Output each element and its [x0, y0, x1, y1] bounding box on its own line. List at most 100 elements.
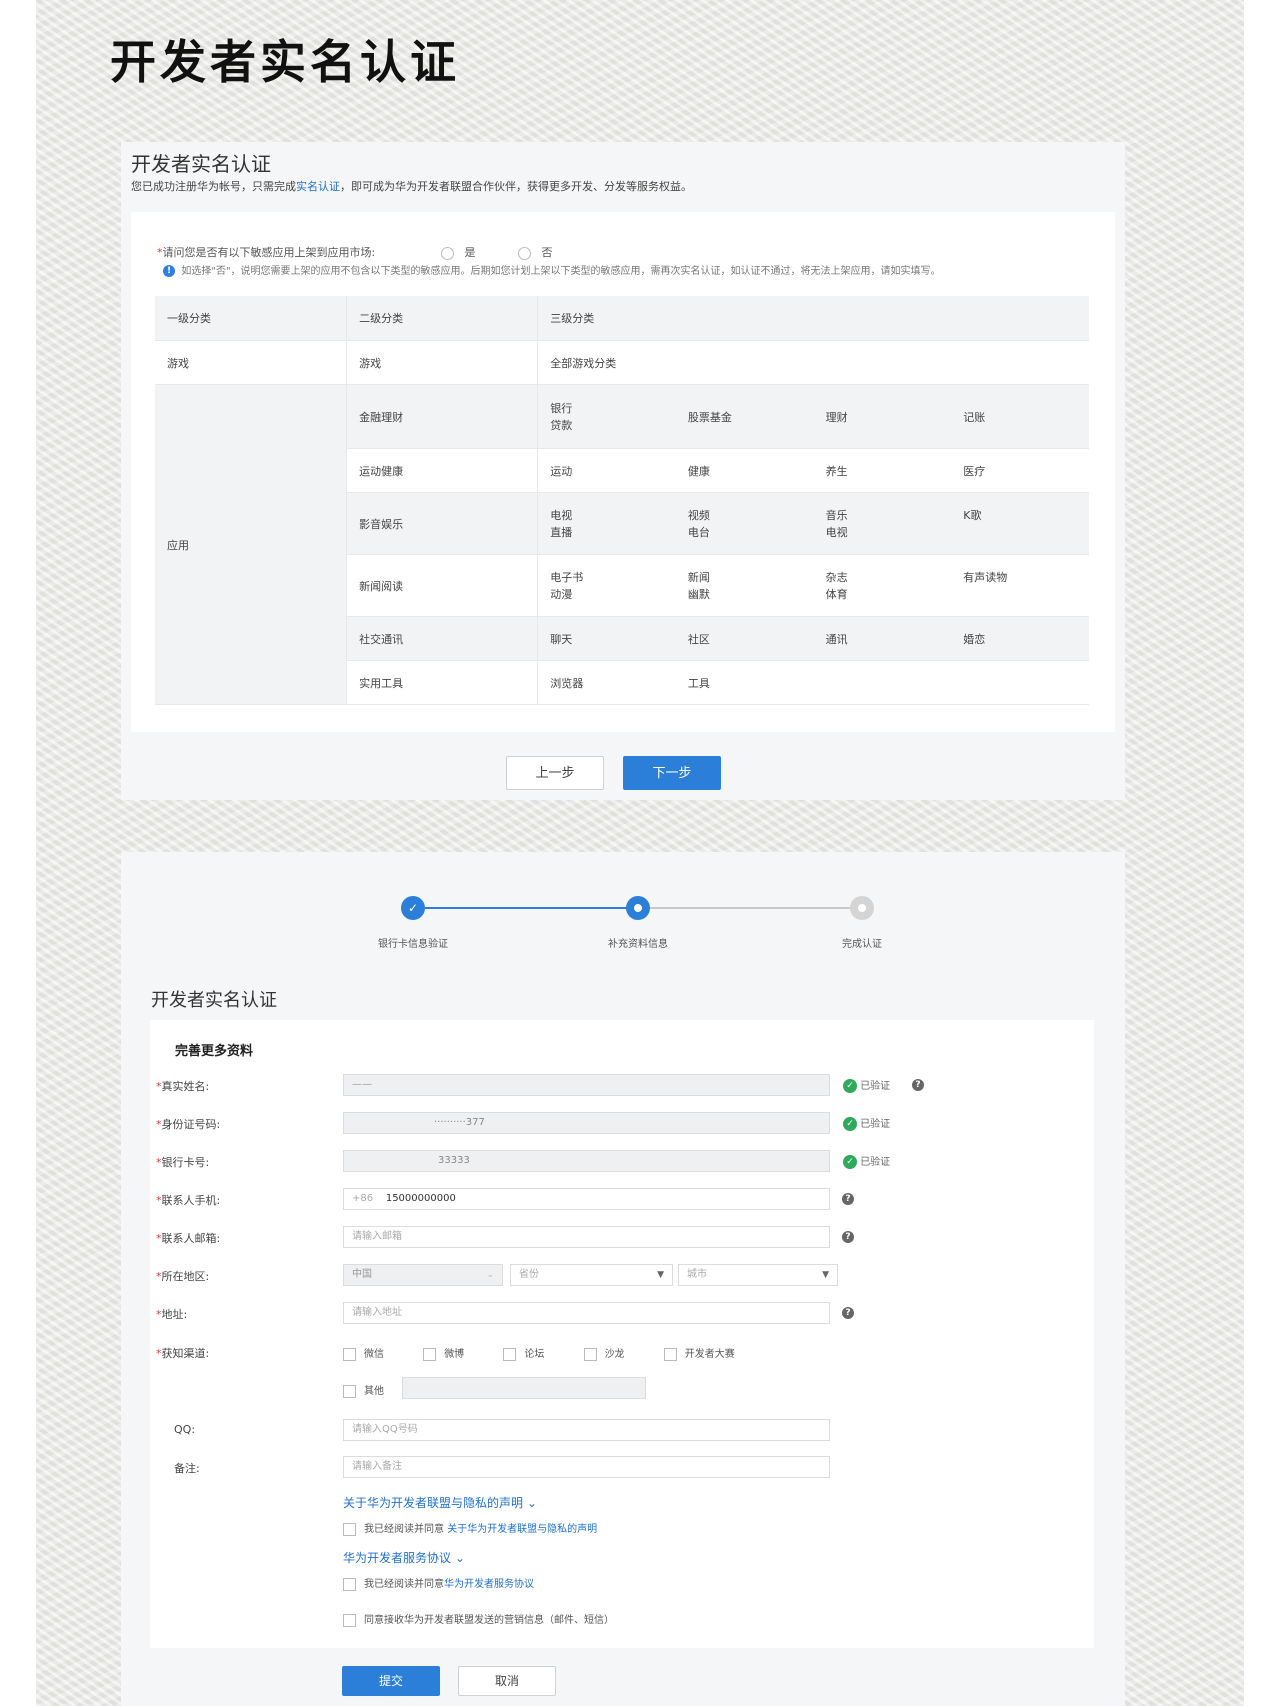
checkbox[interactable]	[343, 1347, 356, 1361]
verified-icon: ✓	[843, 1079, 857, 1093]
label-text: 银行卡号:	[161, 1156, 210, 1169]
prev-step-button[interactable]: 上一步	[506, 756, 604, 790]
step-done-icon: ✓	[401, 896, 425, 920]
id-value: ··········377	[434, 1117, 485, 1128]
bank-label: *银行卡号:	[156, 1154, 209, 1170]
checkbox[interactable]	[503, 1347, 517, 1361]
channel-salon[interactable]: 沙龙	[583, 1345, 625, 1361]
checkbox[interactable]	[423, 1347, 437, 1361]
service-agreement-link[interactable]: 华为开发者服务协议 ⌄	[343, 1549, 465, 1566]
table-row: 应用 金融理财 银行 贷款 股票基金 理财 记账	[155, 384, 1089, 705]
realname-link[interactable]: 实名认证	[296, 180, 340, 193]
address-field[interactable]: 请输入地址	[343, 1302, 830, 1324]
help-icon[interactable]: ?	[842, 1193, 854, 1205]
name-field[interactable]: ——	[343, 1074, 830, 1096]
option-no[interactable]: 否	[518, 244, 553, 260]
panel2-title: 开发者实名认证	[151, 990, 277, 1011]
app-l3-cell: 理财	[813, 384, 952, 449]
game-l2: 游戏	[346, 340, 538, 385]
service-link-text: 华为开发者服务协议	[343, 1551, 452, 1565]
app-l2: 金融理财	[346, 384, 538, 449]
city-select[interactable]: 城市 ▼	[678, 1264, 838, 1286]
marketing-agree[interactable]: 同意接收华为开发者联盟发送的营销信息（邮件、短信）	[343, 1611, 614, 1627]
bank-field[interactable]: 33333	[343, 1150, 830, 1172]
app-l3-cell: 健康	[675, 448, 814, 493]
cancel-button[interactable]: 取消	[458, 1666, 556, 1696]
help-icon[interactable]: ?	[842, 1307, 854, 1319]
qq-field[interactable]: 请输入QQ号码	[343, 1419, 830, 1441]
verified-icon: ✓	[843, 1117, 857, 1131]
channel-label-text: 沙龙	[604, 1349, 625, 1360]
channel-label-text: 微博	[444, 1349, 465, 1360]
help-icon[interactable]: ?	[842, 1231, 854, 1243]
help-icon[interactable]: ?	[912, 1079, 924, 1091]
name-status: ✓ 已验证	[843, 1077, 890, 1093]
verified-text: 已验证	[860, 1157, 891, 1168]
step-label-bank: 银行卡信息验证	[378, 939, 448, 950]
option-yes-label: 是	[464, 246, 476, 259]
name-label: *真实姓名:	[156, 1078, 209, 1094]
province-select[interactable]: 省份 ▼	[510, 1264, 673, 1286]
remark-field[interactable]: 请输入备注	[343, 1456, 830, 1478]
checkbox[interactable]	[343, 1384, 356, 1398]
agree-text: 我已经阅读并同意	[364, 1524, 444, 1535]
sensitive-question: *请问您是否有以下敏感应用上架到应用市场:	[157, 244, 375, 260]
privacy-agree[interactable]: 我已经阅读并同意 关于华为开发者联盟与隐私的声明	[343, 1520, 597, 1536]
checkbox[interactable]	[583, 1347, 597, 1361]
caret-down-icon: ▼	[822, 1270, 829, 1280]
next-step-button[interactable]: 下一步	[623, 756, 721, 790]
label-text: 所在地区:	[161, 1270, 210, 1283]
channel-forum[interactable]: 论坛	[503, 1345, 544, 1361]
email-field[interactable]: 请输入邮箱	[343, 1226, 830, 1248]
checkbox[interactable]	[343, 1613, 356, 1627]
checkbox[interactable]	[343, 1522, 356, 1536]
panel1-intro: 您已成功注册华为帐号，只需完成实名认证，即可成为华为开发者联盟合作伙伴，获得更多…	[131, 178, 692, 194]
app-l3-cell: 电子书 动漫	[537, 554, 676, 617]
app-l2: 运动健康	[346, 448, 538, 493]
country-value: 中国	[352, 1269, 372, 1280]
channel-label: *获知渠道:	[156, 1345, 209, 1361]
privacy-link-text: 关于华为开发者联盟与隐私的声明	[343, 1496, 524, 1510]
app-l3-cell: 通讯	[813, 616, 952, 661]
radio-no[interactable]	[518, 246, 531, 260]
checkbox[interactable]	[663, 1347, 677, 1361]
header-level2: 二级分类	[346, 296, 538, 341]
app-l3-cell: 聊天	[537, 616, 676, 661]
phone-value: 15000000000	[385, 1193, 456, 1204]
checkbox[interactable]	[343, 1577, 356, 1591]
privacy-agree-link[interactable]: 关于华为开发者联盟与隐私的声明	[447, 1524, 597, 1535]
privacy-statement-link[interactable]: 关于华为开发者联盟与隐私的声明 ⌄	[343, 1494, 537, 1511]
verified-icon: ✓	[843, 1155, 857, 1169]
submit-button[interactable]: 提交	[342, 1666, 440, 1696]
verified-text: 已验证	[860, 1081, 891, 1092]
id-field[interactable]: ··········377	[343, 1112, 830, 1134]
app-l3-cell: K歌	[951, 492, 1089, 555]
app-l3-cell: 银行 贷款	[537, 384, 676, 449]
province-value: 省份	[519, 1269, 539, 1280]
verified-text: 已验证	[860, 1119, 891, 1130]
app-l3-cell: 运动	[537, 448, 676, 493]
service-agree-link[interactable]: 华为开发者服务协议	[444, 1579, 534, 1590]
channel-wechat[interactable]: 微信	[343, 1345, 384, 1361]
email-label: *联系人邮箱:	[156, 1230, 220, 1246]
service-agree[interactable]: 我已经阅读并同意华为开发者服务协议	[343, 1575, 534, 1591]
option-yes[interactable]: 是	[441, 244, 476, 260]
chevron-down-icon: ⌄	[454, 1551, 465, 1565]
radio-yes[interactable]	[441, 246, 454, 260]
channel-label-text: 开发者大赛	[684, 1349, 735, 1360]
app-l3-cell	[951, 660, 1089, 705]
channel-label-text: 微信	[364, 1349, 384, 1360]
channel-weibo[interactable]: 微博	[423, 1345, 464, 1361]
bank-status: ✓ 已验证	[843, 1153, 890, 1169]
address-label: *地址:	[156, 1306, 187, 1322]
channel-contest[interactable]: 开发者大赛	[663, 1345, 735, 1361]
country-select[interactable]: 中国 ⌄	[343, 1264, 503, 1286]
channel-other[interactable]: 其他	[343, 1382, 384, 1398]
step-active-icon	[626, 896, 650, 920]
phone-field[interactable]: +86 15000000000	[343, 1188, 830, 1210]
option-no-label: 否	[541, 246, 553, 259]
label-text: 备注:	[174, 1462, 200, 1475]
label-text: 身份证号码:	[161, 1118, 221, 1131]
chevron-down-icon: ⌄	[526, 1496, 537, 1510]
channel-other-input[interactable]	[402, 1377, 646, 1399]
